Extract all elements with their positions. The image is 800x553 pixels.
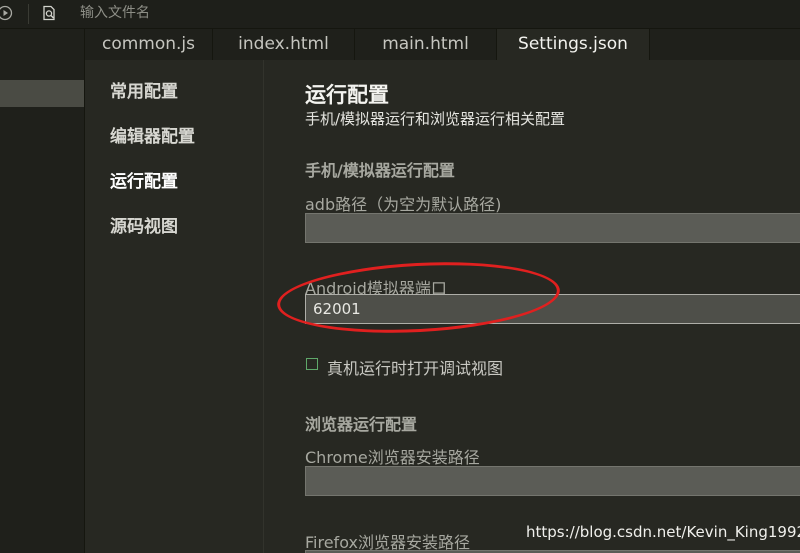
adb-path-label: adb路径（为空为默认路径)	[305, 195, 502, 214]
tab-main-html[interactable]: main.html	[355, 29, 497, 60]
nav-item-run-settings[interactable]: 运行配置	[110, 167, 178, 192]
file-search-input[interactable]	[74, 2, 366, 24]
top-toolbar	[0, 0, 800, 29]
page-title: 运行配置	[305, 83, 389, 107]
chrome-path-label: Chrome浏览器安装路径	[305, 448, 480, 467]
settings-nav: 常用配置 编辑器配置 运行配置 源码视图	[85, 60, 264, 553]
watermark: https://blog.csdn.net/Kevin_King1992	[526, 523, 800, 541]
tab-settings-json[interactable]: Settings.json	[497, 29, 650, 60]
nav-item-editor-settings[interactable]: 编辑器配置	[110, 122, 195, 147]
document-search-icon[interactable]	[42, 5, 58, 21]
project-panel	[0, 29, 85, 553]
page-subtitle: 手机/模拟器运行和浏览器运行相关配置	[305, 110, 566, 128]
chrome-path-input[interactable]	[305, 466, 800, 496]
settings-content: 运行配置 手机/模拟器运行和浏览器运行相关配置 手机/模拟器运行配置 adb路径…	[264, 60, 800, 553]
project-tree-selected-row[interactable]	[0, 80, 84, 107]
nav-item-common-settings[interactable]: 常用配置	[110, 77, 178, 102]
tab-common-js[interactable]: common.js	[85, 29, 213, 60]
debug-view-checkbox-label: 真机运行时打开调试视图	[327, 359, 504, 378]
debug-view-checkbox[interactable]	[306, 358, 318, 370]
editor-tab-bar: common.js index.html main.html Settings.…	[85, 29, 800, 60]
nav-item-source-view[interactable]: 源码视图	[110, 212, 178, 237]
section-title-device-run: 手机/模拟器运行配置	[305, 161, 455, 180]
tab-index-html[interactable]: index.html	[213, 29, 355, 60]
section-title-browser-run: 浏览器运行配置	[305, 415, 418, 434]
toolbar-divider	[28, 4, 29, 24]
emulator-port-input[interactable]	[305, 294, 800, 324]
run-circle-icon[interactable]	[0, 5, 13, 21]
adb-path-input[interactable]	[305, 213, 800, 243]
